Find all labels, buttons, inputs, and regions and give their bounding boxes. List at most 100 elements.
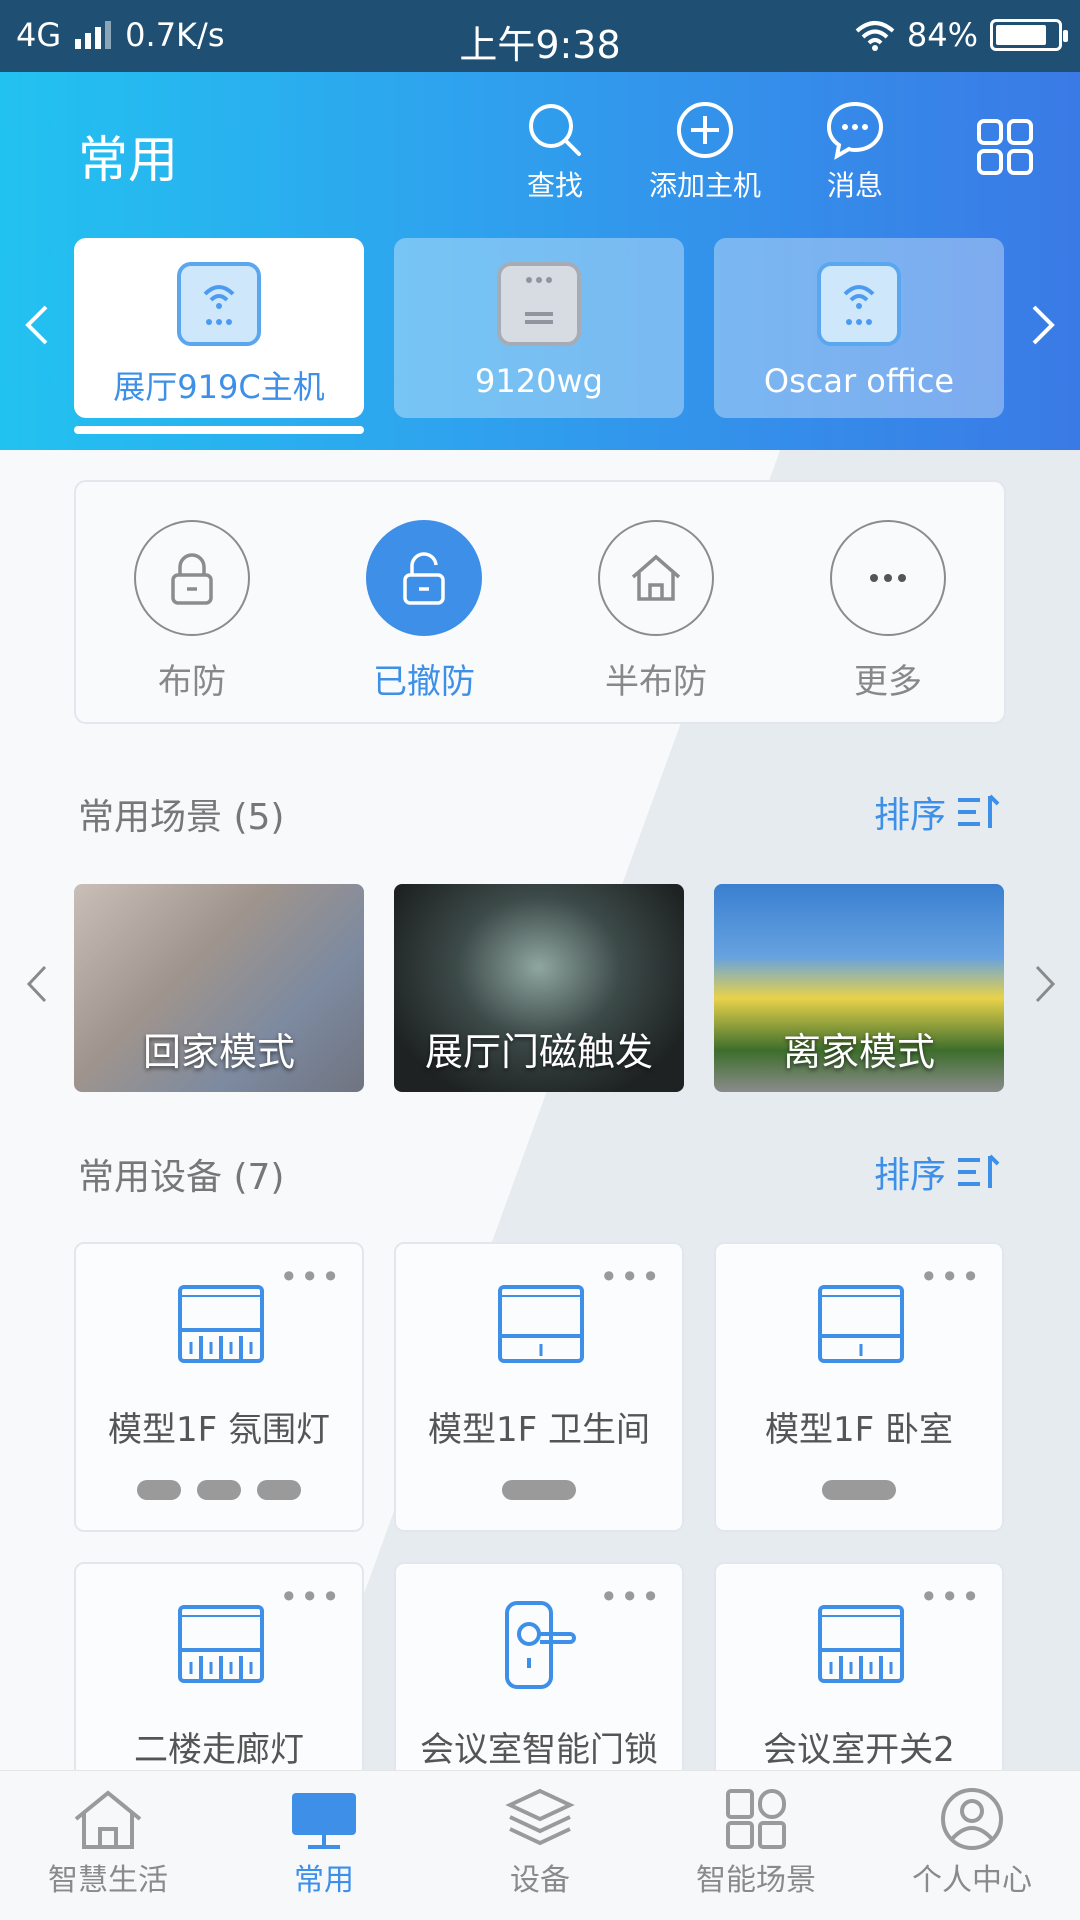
device-more-button[interactable]: ••• [279, 1258, 342, 1296]
more-button[interactable]: 更多 [830, 520, 946, 703]
page-title: 常用 [78, 131, 178, 189]
tab-label: 智能场景 [696, 1863, 816, 1898]
toggle-pill[interactable] [822, 1480, 896, 1500]
host-card-1[interactable]: 展厅919C主机 [74, 238, 364, 418]
wifi-host-icon [177, 262, 261, 346]
device-name: 模型1F 氛围灯 [108, 1410, 330, 1450]
lock-icon [171, 553, 213, 605]
toggle-pill[interactable] [257, 1480, 301, 1500]
home-icon [74, 1790, 142, 1849]
device-card-2[interactable]: ••• 模型1F 卫生间 [394, 1242, 684, 1532]
device-more-button[interactable]: ••• [919, 1258, 982, 1296]
device-card-3[interactable]: ••• 模型1F 卧室 [714, 1242, 1004, 1532]
half-arm-label: 半布防 [605, 662, 707, 702]
hosts-prev-button[interactable] [24, 292, 50, 362]
battery-percent: 84% [906, 16, 978, 54]
host-card-2[interactable]: 9120wg [394, 238, 684, 418]
grid-icon [726, 1789, 786, 1849]
scene-label: 离家模式 [782, 1030, 935, 1074]
unlock-icon [403, 552, 445, 605]
host-label: 展厅919C主机 [113, 368, 325, 406]
tab-smart-scenes[interactable]: 智能场景 [666, 1787, 846, 1899]
wifi-host-icon [817, 262, 901, 346]
device-more-button[interactable]: ••• [599, 1258, 662, 1296]
gateway-icon [497, 262, 581, 346]
disarmed-label: 已撤防 [373, 662, 475, 702]
tab-label: 设备 [510, 1863, 570, 1898]
selected-host-indicator [74, 426, 364, 434]
tab-label: 个人中心 [912, 1863, 1032, 1898]
chevron-left-icon [25, 305, 48, 345]
half-arm-button[interactable]: 半布防 [598, 520, 714, 703]
tab-profile[interactable]: 个人中心 [882, 1787, 1062, 1899]
arm-label: 布防 [158, 662, 226, 702]
device-more-button[interactable]: ••• [599, 1578, 662, 1616]
arming-panel: 布防 已撤防 半布防 更多 [74, 480, 1006, 724]
more-label: 更多 [854, 662, 922, 702]
chevron-left-icon [26, 965, 47, 1003]
device-name: 模型1F 卫生间 [428, 1410, 650, 1450]
message-button[interactable]: 消息 [790, 100, 920, 204]
tab-common[interactable]: 常用 [234, 1787, 414, 1899]
grid-menu-button[interactable] [940, 118, 1070, 180]
switch-panel-icon [818, 1605, 904, 1683]
hosts-next-button[interactable] [1030, 292, 1056, 362]
device-name: 二楼走廊灯 [134, 1730, 304, 1770]
add-host-label: 添加主机 [648, 169, 761, 202]
switch-panel-icon [178, 1285, 264, 1363]
scene-card-1[interactable]: 回家模式 [74, 884, 364, 1092]
layers-icon [505, 1788, 575, 1846]
device-name: 会议室开关2 [763, 1730, 955, 1770]
home-icon [631, 554, 681, 601]
device-card-1[interactable]: ••• 模型1F 氛围灯 [74, 1242, 364, 1532]
header: 常用 查找 添加主机 消息 展厅919C主机 9120wg Oscar offi… [0, 72, 1080, 450]
toggle-pill[interactable] [137, 1480, 181, 1500]
chevron-right-icon [1032, 305, 1055, 345]
door-lock-icon [505, 1601, 576, 1689]
search-button[interactable]: 查找 [490, 100, 620, 204]
toggle-pill[interactable] [197, 1480, 241, 1500]
sort-label: 排序 [873, 795, 946, 836]
devices-sort-button[interactable]: 排序 [874, 1146, 1000, 1198]
scene-label: 回家模式 [142, 1030, 295, 1074]
message-label: 消息 [826, 169, 883, 202]
add-circle-icon [677, 102, 733, 158]
tab-label: 常用 [294, 1863, 354, 1898]
tab-devices[interactable]: 设备 [450, 1787, 630, 1899]
scenes-sort-button[interactable]: 排序 [874, 786, 1000, 838]
arm-button[interactable]: 布防 [134, 520, 250, 703]
sort-label: 排序 [873, 1155, 946, 1196]
battery-icon [990, 19, 1068, 51]
device-toggles [716, 1480, 1002, 1500]
scenes-title: 常用场景 (5) [78, 797, 285, 838]
scene-label: 展厅门磁触发 [424, 1030, 653, 1074]
tab-smart-life[interactable]: 智慧生活 [18, 1787, 198, 1899]
host-card-3[interactable]: Oscar office [714, 238, 1004, 418]
wifi-icon [855, 21, 895, 51]
device-more-button[interactable]: ••• [279, 1578, 342, 1616]
grid-icon [977, 119, 1033, 175]
scene-card-2[interactable]: 展厅门磁触发 [394, 884, 684, 1092]
scenes-prev-button[interactable] [26, 960, 48, 1016]
more-icon [870, 574, 906, 582]
message-icon [826, 101, 884, 160]
sort-icon [958, 1154, 1000, 1188]
host-label: Oscar office [763, 362, 955, 400]
device-more-button[interactable]: ••• [919, 1578, 982, 1616]
search-icon [529, 104, 581, 156]
devices-title: 常用设备 (7) [78, 1157, 285, 1198]
switch-panel-icon [818, 1285, 904, 1363]
scenes-next-button[interactable] [1034, 960, 1056, 1016]
status-bar: 4G 0.7K/s 上午9:38 84% [0, 0, 1080, 72]
toggle-pill[interactable] [502, 1480, 576, 1500]
switch-panel-icon [498, 1285, 584, 1363]
disarmed-button[interactable]: 已撤防 [366, 520, 482, 703]
bottom-tab-bar: 智慧生活 常用 设备 智能场景 个人中心 [0, 1770, 1080, 1920]
user-icon [941, 1788, 1003, 1850]
switch-panel-icon [178, 1605, 264, 1683]
monitor-icon [292, 1793, 356, 1849]
add-host-button[interactable]: 添加主机 [640, 100, 770, 204]
device-toggles [396, 1480, 682, 1500]
scene-card-3[interactable]: 离家模式 [714, 884, 1004, 1092]
search-label: 查找 [526, 169, 583, 202]
